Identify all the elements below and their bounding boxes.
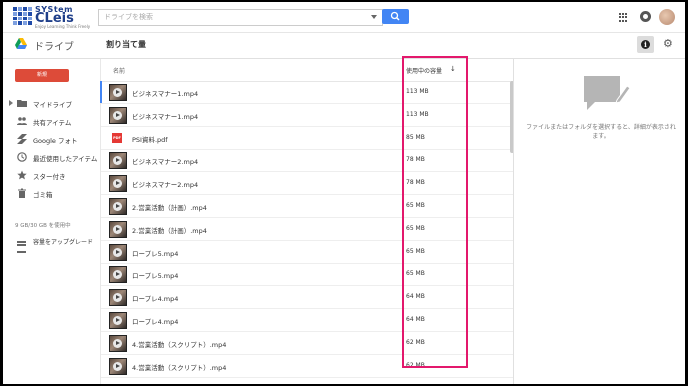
- file-name: ビジネスマナー1.mp4: [132, 90, 199, 98]
- file-name: ロープレ5.mp4: [132, 249, 179, 258]
- selected-row-indicator: [100, 81, 102, 103]
- quota-column-highlight: [402, 56, 468, 368]
- sidebar-item-my-drive[interactable]: マイドライブ: [3, 95, 99, 113]
- video-thumbnail-icon: [109, 266, 127, 284]
- column-header-name[interactable]: 名前: [113, 66, 125, 75]
- info-icon: i: [641, 40, 650, 49]
- upgrade-storage-label: 容量をアップグレード: [33, 239, 94, 246]
- video-thumbnail-icon: [109, 357, 127, 375]
- sidebar: 新規 マイドライブ 共有アイテム Google フォト 最近使用したアイテム ス…: [3, 59, 99, 384]
- video-thumbnail-icon: [109, 312, 127, 329]
- page-title: 割り当て量: [106, 40, 146, 49]
- sidebar-item-photos[interactable]: Google フォト: [3, 131, 99, 149]
- sidebar-item-label: 共有アイテム: [33, 119, 72, 127]
- file-name: ビジネスマナー2.mp4: [132, 158, 199, 167]
- upgrade-storage-link[interactable]: 容量をアップグレード: [15, 238, 95, 260]
- logo-tagline: Enjoy Learning Think Freely: [35, 24, 91, 29]
- apps-grid-icon[interactable]: [619, 13, 628, 22]
- sidebar-item-label: 最近使用したアイテム: [33, 155, 98, 163]
- avatar[interactable]: [659, 9, 675, 25]
- details-placeholder-icon: [584, 76, 631, 110]
- drive-logo-icon: [15, 38, 27, 49]
- sidebar-item-label: マイドライブ: [33, 101, 72, 109]
- search-icon: [390, 11, 400, 21]
- file-name: ロープレ4.mp4: [132, 295, 179, 304]
- video-thumbnail-icon: [109, 106, 127, 124]
- details-pane: ファイルまたはフォルダを選択すると、詳細が表示されます。: [513, 59, 685, 384]
- sidebar-item-label: スター付き: [33, 173, 66, 181]
- photos-icon: [17, 134, 27, 144]
- sidebar-item-starred[interactable]: スター付き: [3, 167, 99, 185]
- pdf-file-icon: PDF: [112, 132, 122, 143]
- file-name: ビジネスマナー1.mp4: [132, 112, 199, 121]
- sidebar-item-recent[interactable]: 最近使用したアイテム: [3, 149, 99, 167]
- folder-icon: [17, 100, 27, 107]
- file-name: ロープレ4.mp4: [132, 318, 179, 326]
- list-icon: [17, 241, 26, 253]
- trash-icon: [18, 188, 26, 198]
- video-thumbnail-icon: [109, 198, 127, 215]
- file-name: 2.営業活動（計画）.mp4: [132, 226, 207, 235]
- search-button[interactable]: [382, 9, 409, 24]
- people-icon: [17, 117, 27, 125]
- video-thumbnail-icon: [109, 84, 127, 101]
- details-empty-text: ファイルまたはフォルダを選択すると、詳細が表示されます。: [526, 124, 676, 140]
- notifications-account-icon[interactable]: [640, 11, 651, 22]
- search-input[interactable]: ドライブを検索: [98, 9, 383, 26]
- video-thumbnail-icon: [109, 289, 127, 307]
- expand-arrow-icon[interactable]: [9, 100, 13, 106]
- video-thumbnail-icon: [109, 243, 127, 261]
- video-thumbnail-icon: [109, 220, 127, 238]
- clock-icon: [17, 152, 27, 162]
- logo-mark-icon: [13, 7, 32, 25]
- brand-logo[interactable]: SYStem CLeis Enjoy Learning Think Freely: [13, 5, 95, 29]
- new-button[interactable]: 新規: [15, 69, 69, 82]
- sidebar-item-trash[interactable]: ゴミ箱: [3, 185, 99, 203]
- drive-header-bar: ドライブ 割り当て量 i ⚙: [3, 33, 685, 59]
- search-options-caret-icon[interactable]: [371, 15, 377, 19]
- gear-icon[interactable]: ⚙: [663, 38, 673, 49]
- file-name: ロープレ5.mp4: [132, 272, 179, 281]
- video-thumbnail-icon: [109, 175, 127, 193]
- sidebar-item-label: Google フォト: [33, 137, 78, 145]
- storage-usage-text: 9 GB/30 GB を使用中: [15, 223, 71, 229]
- search-placeholder: ドライブを検索: [104, 13, 153, 21]
- file-name: PSI資料.pdf: [132, 135, 168, 144]
- video-thumbnail-icon: [109, 152, 127, 170]
- sidebar-item-label: ゴミ箱: [33, 191, 53, 199]
- app-title[interactable]: ドライブ: [34, 38, 74, 53]
- top-bar: SYStem CLeis Enjoy Learning Think Freely…: [3, 2, 685, 33]
- file-name: 4.営業活動（スクリプト）.mp4: [132, 363, 227, 372]
- file-name: ビジネスマナー2.mp4: [132, 181, 199, 190]
- sidebar-item-shared[interactable]: 共有アイテム: [3, 113, 99, 131]
- video-thumbnail-icon: [109, 334, 127, 352]
- file-name: 4.営業活動（スクリプト）.mp4: [132, 340, 227, 349]
- drive-window: SYStem CLeis Enjoy Learning Think Freely…: [3, 2, 685, 384]
- details-toggle-button[interactable]: i: [637, 36, 654, 53]
- star-icon: [17, 170, 27, 180]
- file-name: 2.営業活動（計画）.mp4: [132, 204, 207, 212]
